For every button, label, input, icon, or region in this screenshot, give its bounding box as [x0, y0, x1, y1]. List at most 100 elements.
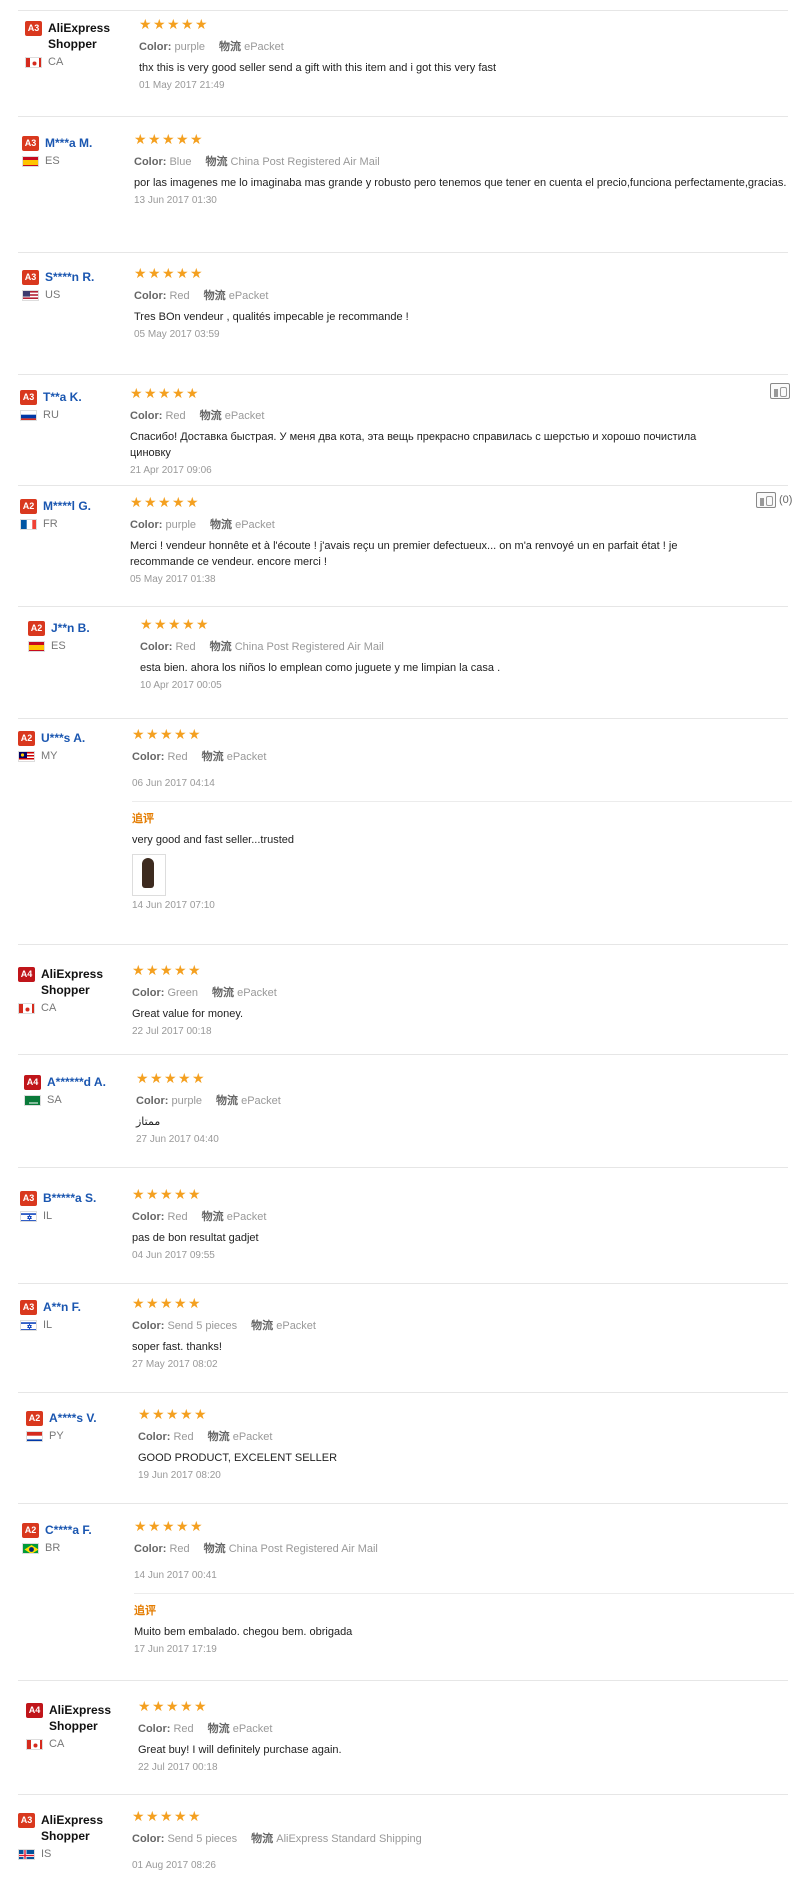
star-icon: ★	[176, 265, 189, 281]
review-text: soper fast. thanks!	[132, 1341, 222, 1353]
reviewer-name-row: A3 AliExpress Shopper	[25, 20, 140, 52]
thumbs-up-icon	[770, 383, 790, 399]
reviewer-name[interactable]: C****a F.	[45, 1522, 92, 1538]
reviewer-name[interactable]: AliExpress Shopper	[41, 1812, 133, 1844]
star-icon: ★	[190, 131, 203, 147]
star-icon: ★	[181, 16, 194, 32]
star-icon: ★	[196, 616, 209, 632]
reviewer-country: IL	[20, 1210, 135, 1222]
country-code: FR	[43, 518, 58, 530]
country-code: IL	[43, 1319, 53, 1331]
star-icon: ★	[174, 726, 187, 742]
color-label: Color:	[136, 1095, 169, 1107]
reviewer-name[interactable]: A****s V.	[49, 1410, 97, 1426]
review-text: Great buy! I will definitely purchase ag…	[138, 1744, 342, 1756]
star-icon: ★	[130, 385, 143, 401]
star-icon: ★	[174, 1186, 187, 1202]
reviewer-name[interactable]: U***s A.	[41, 730, 85, 746]
divider	[18, 944, 788, 945]
review-content: ★ ★ ★ ★ ★ Color: Send 5 pieces 物流 AliExpress S…	[132, 1808, 792, 1871]
star-rating: ★ ★ ★ ★ ★	[140, 616, 800, 633]
helpful-button[interactable]: (0)	[756, 492, 792, 508]
reviewer-name[interactable]: T**a K.	[43, 389, 82, 405]
color-label: Color:	[130, 519, 163, 531]
star-icon: ★	[144, 385, 157, 401]
reviewer-name-row: A2 A****s V.	[26, 1410, 141, 1426]
reviewer-country: CA	[25, 56, 140, 68]
color-value: Send 5 pieces	[167, 1320, 238, 1332]
color-value: Blue	[169, 156, 192, 168]
divider	[18, 1503, 788, 1504]
star-icon: ★	[188, 1186, 201, 1202]
reviewer-name-row: A3 M***a M.	[22, 135, 137, 151]
shipping-label: 物流	[201, 751, 224, 763]
star-icon: ★	[178, 1070, 191, 1086]
country-flag-icon	[24, 1094, 41, 1106]
divider	[18, 1167, 788, 1168]
reviewer-name[interactable]: A******d A.	[47, 1074, 106, 1090]
shipping-method: ePacket	[244, 41, 284, 53]
country-code: ES	[45, 155, 60, 167]
star-icon: ★	[148, 131, 161, 147]
order-info: Color: Send 5 pieces 物流 ePacket	[132, 1317, 792, 1333]
country-flag-icon	[26, 1430, 43, 1442]
review-content: ★ ★ ★ ★ ★ Color: Red 物流 China Post Registered …	[134, 1518, 794, 1655]
star-icon: ★	[162, 1518, 175, 1534]
review-date: 27 Jun 2017 04:40	[136, 1134, 219, 1145]
shipping-method: ePacket	[232, 1723, 273, 1735]
star-icon: ★	[174, 1808, 187, 1824]
reviewer-name[interactable]: AliExpress Shopper	[48, 20, 140, 52]
star-icon: ★	[134, 1518, 147, 1534]
review-date: 10 Apr 2017 00:05	[140, 680, 222, 691]
helpful-button[interactable]	[770, 383, 790, 399]
star-icon: ★	[172, 385, 185, 401]
review-date: 01 Aug 2017 08:26	[132, 1860, 216, 1871]
divider	[18, 718, 788, 719]
star-icon: ★	[188, 726, 201, 742]
star-rating: ★ ★ ★ ★ ★	[134, 1518, 794, 1535]
reviewer-name-row: A4 AliExpress Shopper	[26, 1702, 141, 1734]
additional-feedback-date: 17 Jun 2017 17:19	[134, 1644, 217, 1655]
star-icon: ★	[162, 131, 175, 147]
reviewer-name[interactable]: S****n R.	[45, 269, 94, 285]
review-content: ★ ★ ★ ★ ★ Color: Red 物流 ePacket GOOD PRODUCT, E…	[138, 1406, 798, 1481]
reviewer-country: RU	[20, 409, 135, 421]
reviewer-name[interactable]: J**n B.	[51, 620, 90, 636]
reviewer-name[interactable]: B*****a S.	[43, 1190, 96, 1206]
review-photo-thumbnail[interactable]	[132, 854, 166, 896]
additional-feedback-label: 追评	[134, 1605, 156, 1617]
color-label: Color:	[138, 1723, 171, 1735]
shipping-label: 物流	[203, 1543, 226, 1555]
divider	[18, 485, 788, 486]
photo-content	[142, 858, 154, 888]
reviewer-country: IS	[18, 1848, 133, 1860]
star-icon: ★	[194, 1698, 207, 1714]
reviewer-name[interactable]: AliExpress Shopper	[41, 966, 133, 998]
reviewer-name[interactable]: A**n F.	[43, 1299, 81, 1315]
color-label: Color:	[132, 751, 165, 763]
shipping-method: ePacket	[241, 1095, 281, 1107]
review-content: ★ ★ ★ ★ ★ Color: purple 物流 ePacket ممتاز 27 Jun …	[136, 1070, 796, 1145]
reviewer-name[interactable]: M***a M.	[45, 135, 92, 151]
star-icon: ★	[182, 616, 195, 632]
divider	[18, 10, 788, 11]
color-label: Color:	[139, 41, 172, 53]
star-icon: ★	[138, 1406, 151, 1422]
reviewer-name-row: A3 T**a K.	[20, 389, 135, 405]
country-code: IL	[43, 1210, 53, 1222]
reviewer-name[interactable]: M****l G.	[43, 498, 91, 514]
star-icon: ★	[150, 1070, 163, 1086]
reviewer-info: A4 AliExpress Shopper CA	[26, 1702, 141, 1750]
star-icon: ★	[146, 726, 159, 742]
reviewer-info: A2 J**n B. ES	[28, 620, 143, 652]
star-icon: ★	[176, 1518, 189, 1534]
reviewer-name[interactable]: AliExpress Shopper	[49, 1702, 141, 1734]
review-date: 05 May 2017 03:59	[134, 329, 220, 340]
reviewer-info: A2 A****s V. PY	[26, 1410, 141, 1442]
divider	[18, 1680, 788, 1681]
divider	[18, 116, 788, 117]
country-code: US	[45, 289, 61, 301]
country-code: CA	[41, 1002, 57, 1014]
star-icon: ★	[164, 1070, 177, 1086]
star-icon: ★	[174, 1295, 187, 1311]
